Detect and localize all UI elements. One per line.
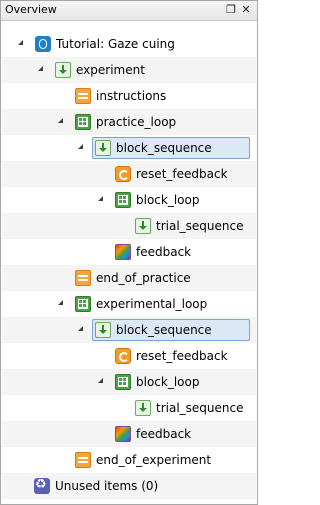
panel-titlebar: Overview ❐ ✕ xyxy=(1,1,257,21)
tree-item-label: reset_feedback xyxy=(136,349,228,363)
expand-arrow-icon[interactable] xyxy=(78,144,83,149)
tree-row[interactable]: practice_loop xyxy=(2,109,256,135)
tree-item-label: block_loop xyxy=(136,375,200,389)
loop-icon xyxy=(75,296,91,312)
unused-items-icon xyxy=(34,477,50,494)
tree-row[interactable]: block_loop xyxy=(2,187,256,213)
expand-arrow-icon[interactable] xyxy=(58,118,63,123)
tree-item-label: trial_sequence xyxy=(156,401,244,415)
tree-row[interactable]: end_of_experiment xyxy=(2,447,256,473)
sequence-icon xyxy=(135,400,151,416)
feedback-icon xyxy=(115,426,131,442)
tree-item-label: block_sequence xyxy=(116,323,212,337)
expand-arrow-icon[interactable] xyxy=(18,40,23,45)
sketchpad-icon xyxy=(75,452,91,468)
tree-row[interactable]: trial_sequence xyxy=(2,213,256,239)
sketchpad-icon xyxy=(75,88,91,104)
tree-row[interactable]: experimental_loop xyxy=(2,291,256,317)
tree-item-label: end_of_experiment xyxy=(96,453,212,467)
tree-item-label: block_loop xyxy=(136,193,200,207)
tree-row[interactable]: end_of_practice xyxy=(2,265,256,291)
close-panel-icon[interactable]: ✕ xyxy=(240,4,252,16)
sequence-icon xyxy=(135,218,151,234)
tree-item-label: experiment xyxy=(76,63,145,77)
sequence-icon xyxy=(95,140,111,156)
sequence-icon xyxy=(95,322,111,338)
float-panel-icon[interactable]: ❐ xyxy=(225,4,237,16)
tree-item-label: feedback xyxy=(136,245,192,259)
tree-row[interactable]: experiment xyxy=(2,57,256,83)
tree-item-label: practice_loop xyxy=(96,115,177,129)
tree-row[interactable]: feedback xyxy=(2,421,256,447)
tree-item-label: end_of_practice xyxy=(96,271,191,285)
expand-arrow-icon[interactable] xyxy=(58,300,63,305)
loop-icon xyxy=(115,192,131,208)
tree-item-label: experimental_loop xyxy=(96,297,208,311)
tree-item-label: reset_feedback xyxy=(136,167,228,181)
tree-row[interactable]: instructions xyxy=(2,83,256,109)
tree-row[interactable]: block_loop xyxy=(2,369,256,395)
feedback-icon xyxy=(115,244,131,260)
tree-row[interactable]: trial_sequence xyxy=(2,395,256,421)
tree-item-label: feedback xyxy=(136,427,192,441)
reset-feedback-icon xyxy=(115,348,131,364)
tree-item-label: Unused items (0) xyxy=(55,479,159,493)
expand-arrow-icon[interactable] xyxy=(98,378,103,383)
loop-icon xyxy=(115,374,131,390)
tree-item-label: trial_sequence xyxy=(156,219,244,233)
panel-title: Overview xyxy=(5,3,57,16)
tree-row[interactable]: block_sequence xyxy=(2,135,256,161)
expand-arrow-icon[interactable] xyxy=(98,196,103,201)
tree-row[interactable]: feedback xyxy=(2,239,256,265)
sequence-icon xyxy=(55,62,71,78)
experiment-root-icon xyxy=(35,36,51,52)
tree-row[interactable]: Tutorial: Gaze cuing xyxy=(2,31,256,57)
tree-row[interactable]: Unused items (0) xyxy=(2,473,256,499)
tree-item-label: Tutorial: Gaze cuing xyxy=(56,37,175,51)
reset-feedback-icon xyxy=(115,166,131,182)
tree-row[interactable]: reset_feedback xyxy=(2,343,256,369)
expand-arrow-icon[interactable] xyxy=(78,326,83,331)
expand-arrow-icon[interactable] xyxy=(38,66,43,71)
tree-row[interactable]: reset_feedback xyxy=(2,161,256,187)
sketchpad-icon xyxy=(75,270,91,286)
tree-row[interactable]: block_sequence xyxy=(2,317,256,343)
loop-icon xyxy=(75,114,91,130)
overview-panel: Overview ❐ ✕ Tutorial: Gaze cuing experim… xyxy=(0,0,258,505)
tree-item-label: block_sequence xyxy=(116,141,212,155)
tree-item-label: instructions xyxy=(96,89,167,103)
